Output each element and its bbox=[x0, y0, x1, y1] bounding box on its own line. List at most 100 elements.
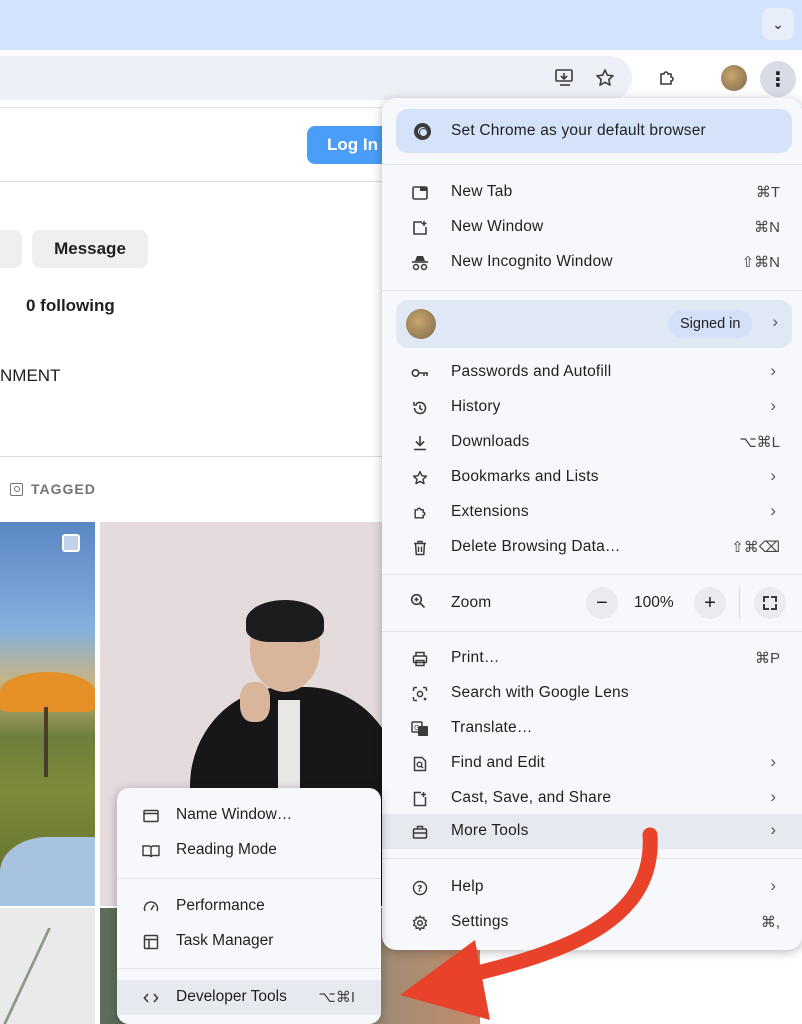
new-tab-icon bbox=[410, 183, 430, 203]
install-app-icon[interactable] bbox=[550, 63, 580, 93]
set-default-browser-label: Set Chrome as your default browser bbox=[451, 122, 706, 139]
menu-separator bbox=[117, 968, 381, 969]
menu-item-label: Delete Browsing Data… bbox=[451, 538, 621, 555]
menu-item-shortcut: ⌥⌘L bbox=[739, 434, 780, 451]
menu-item-label: Extensions bbox=[451, 503, 529, 520]
extensions-icon[interactable] bbox=[652, 63, 682, 93]
translate-icon: G bbox=[410, 719, 430, 739]
zoom-level: 100% bbox=[634, 594, 674, 611]
menu-item-label: Passwords and Autofill bbox=[451, 363, 612, 380]
menu-item-shortcut: ⌘, bbox=[760, 914, 780, 931]
submenu-item-label: Task Manager bbox=[176, 932, 274, 949]
tab-strip: ⌄ bbox=[0, 0, 802, 50]
zoom-icon bbox=[410, 593, 430, 613]
lens-icon bbox=[410, 684, 430, 704]
tab-tagged-label: TAGGED bbox=[31, 481, 96, 497]
tab-search-button[interactable]: ⌄ bbox=[762, 8, 794, 40]
post-thumbnail[interactable] bbox=[0, 908, 95, 1024]
menu-item-new-incognito-window[interactable]: New Incognito Window ⇧⌘N bbox=[382, 245, 802, 280]
find-icon bbox=[410, 754, 430, 774]
post-thumbnail[interactable] bbox=[0, 522, 95, 906]
bookmark-star-icon[interactable] bbox=[590, 63, 620, 93]
menu-item-translate[interactable]: G Translate… bbox=[382, 711, 802, 746]
chevron-right-icon: › bbox=[770, 820, 776, 839]
profile-menu-item[interactable]: Signed in › bbox=[396, 300, 792, 348]
kebab-menu-icon[interactable]: ⋮ bbox=[760, 61, 796, 97]
submenu-item-name-window[interactable]: Name Window… bbox=[117, 798, 381, 833]
menu-item-new-window[interactable]: New Window ⌘N bbox=[382, 210, 802, 245]
following-count[interactable]: 0 following bbox=[26, 296, 115, 316]
menu-item-downloads[interactable]: Downloads ⌥⌘L bbox=[382, 425, 802, 460]
chevron-right-icon: › bbox=[770, 501, 776, 520]
menu-item-label: Search with Google Lens bbox=[451, 684, 629, 701]
menu-item-label: Print… bbox=[451, 649, 500, 666]
chevron-right-icon: › bbox=[770, 876, 776, 895]
tab-tagged[interactable]: TAGGED bbox=[10, 481, 96, 497]
avatar bbox=[406, 309, 436, 339]
submenu-item-reading-mode[interactable]: Reading Mode bbox=[117, 833, 381, 868]
divider bbox=[0, 456, 400, 457]
submenu-item-shortcut: ⌥⌘I bbox=[318, 989, 355, 1006]
minus-icon: − bbox=[596, 591, 608, 614]
fullscreen-button[interactable] bbox=[754, 587, 786, 619]
incognito-icon bbox=[410, 253, 430, 273]
download-icon bbox=[410, 433, 430, 453]
address-bar[interactable] bbox=[0, 56, 632, 100]
submenu-item-label: Reading Mode bbox=[176, 841, 277, 858]
menu-item-shortcut: ⌘P bbox=[754, 650, 780, 667]
trash-icon bbox=[410, 538, 430, 558]
menu-separator bbox=[382, 631, 802, 632]
star-icon bbox=[410, 468, 430, 488]
divider bbox=[0, 181, 400, 182]
chrome-logo-icon bbox=[414, 123, 431, 140]
menu-separator bbox=[117, 878, 381, 879]
book-icon bbox=[141, 841, 161, 861]
submenu-item-task-manager[interactable]: Task Manager bbox=[117, 924, 381, 959]
window-icon bbox=[141, 806, 161, 826]
annotation-arrow bbox=[400, 827, 658, 1020]
menu-item-label: Cast, Save, and Share bbox=[451, 789, 612, 806]
profile-bio: NMENT bbox=[0, 366, 61, 385]
menu-item-extensions[interactable]: Extensions › bbox=[382, 495, 802, 530]
menu-item-new-tab[interactable]: New Tab ⌘T bbox=[382, 175, 802, 210]
zoom-in-button[interactable]: + bbox=[694, 587, 726, 619]
chevron-right-icon: › bbox=[770, 361, 776, 380]
menu-item-label: Downloads bbox=[451, 433, 530, 450]
menu-item-label: New Incognito Window bbox=[451, 253, 613, 270]
menu-item-label: Bookmarks and Lists bbox=[451, 468, 599, 485]
menu-item-passwords[interactable]: Passwords and Autofill › bbox=[382, 355, 802, 390]
zoom-control: Zoom − 100% + bbox=[382, 583, 802, 623]
message-button[interactable]: Message bbox=[32, 230, 148, 268]
submenu-item-developer-tools[interactable]: Developer Tools ⌥⌘I bbox=[117, 980, 381, 1015]
menu-item-shortcut: ⌘N bbox=[754, 219, 780, 236]
history-icon bbox=[410, 398, 430, 418]
task-manager-icon bbox=[141, 932, 161, 952]
menu-item-cast-save-share[interactable]: Cast, Save, and Share › bbox=[382, 781, 802, 816]
zoom-label: Zoom bbox=[451, 594, 492, 611]
chevron-right-icon: › bbox=[770, 787, 776, 806]
new-window-icon bbox=[410, 218, 430, 238]
menu-item-find-and-edit[interactable]: Find and Edit › bbox=[382, 746, 802, 781]
divider bbox=[739, 587, 740, 619]
submenu-item-performance[interactable]: Performance bbox=[117, 889, 381, 924]
menu-item-print[interactable]: Print… ⌘P bbox=[382, 641, 802, 676]
code-icon bbox=[141, 988, 161, 1008]
zoom-out-button[interactable]: − bbox=[586, 587, 618, 619]
submenu-item-label: Developer Tools bbox=[176, 988, 287, 1005]
menu-item-history[interactable]: History › bbox=[382, 390, 802, 425]
menu-item-delete-browsing-data[interactable]: Delete Browsing Data… ⇧⌘⌫ bbox=[382, 530, 802, 565]
menu-separator bbox=[382, 164, 802, 165]
carousel-icon bbox=[62, 534, 80, 552]
follow-button[interactable] bbox=[0, 230, 22, 268]
chevron-down-icon: ⌄ bbox=[772, 15, 784, 32]
chevron-right-icon: › bbox=[770, 466, 776, 485]
signed-in-badge: Signed in bbox=[668, 310, 753, 338]
set-default-browser-button[interactable]: Set Chrome as your default browser bbox=[396, 109, 792, 153]
gauge-icon bbox=[141, 897, 161, 917]
menu-item-bookmarks[interactable]: Bookmarks and Lists › bbox=[382, 460, 802, 495]
more-tools-submenu: Name Window… Reading Mode Performance Ta… bbox=[117, 788, 381, 1024]
chevron-right-icon: › bbox=[770, 396, 776, 415]
menu-item-shortcut: ⌘T bbox=[755, 184, 780, 201]
menu-item-google-lens[interactable]: Search with Google Lens bbox=[382, 676, 802, 711]
profile-avatar[interactable] bbox=[721, 65, 747, 91]
